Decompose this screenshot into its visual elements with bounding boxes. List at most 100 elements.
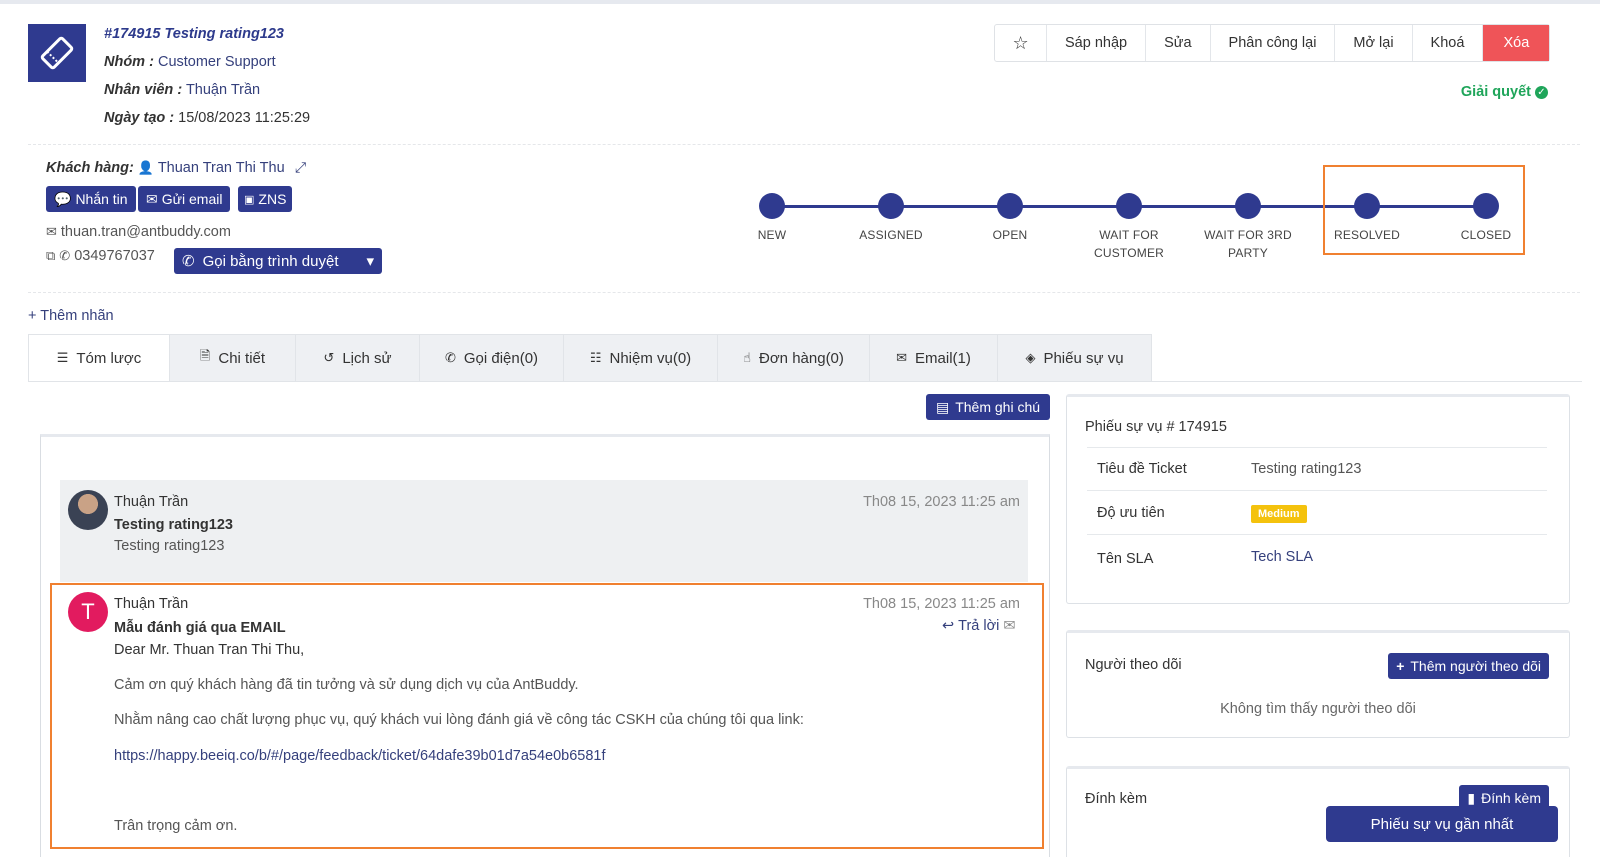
info-key: Tiêu đề Ticket [1097,461,1187,477]
order-icon: ☝ [743,350,752,365]
history-icon: ↺ [323,350,335,365]
step-dot [878,193,904,219]
tab-0[interactable]: ☰ Tóm lược [28,334,170,382]
message-subject: Testing rating123 [114,517,233,533]
ticket-icon: ◈ [1025,350,1036,365]
check-circle-icon: ✓ [1535,85,1548,99]
tab-1[interactable]: 🗎 Chi tiết [170,334,296,382]
info-key: Độ ưu tiên [1097,505,1165,521]
user-icon: 👤 [137,160,155,175]
tab-bar: ☰ Tóm lược 🗎 Chi tiết ↺ Lịch sử ✆ Gọi điện(0) ☷ N… [28,334,1152,382]
tab-label: Phiếu sự vụ [1043,349,1124,367]
ticket-icon [28,24,86,82]
phone-icon: ✆ [444,350,456,365]
phone-icon: ✆ [59,248,71,263]
status-resolved: Giải quyết ✓ [1461,84,1548,100]
created-line: Ngày tạo : 15/08/2023 11:25:29 [104,110,311,126]
followers-panel: Người theo dõi + Thêm người theo dõi Khôn… [1066,630,1570,738]
document-icon: 🗎 [199,348,211,363]
ticket-info-panel: Phiếu sự vụ # 174915 Tiêu đề Ticket Test… [1066,394,1570,604]
delete-button[interactable]: Xóa [1483,25,1550,61]
group-line: Nhóm : Customer Support [104,54,276,70]
info-row: Độ ưu tiên Medium [1087,491,1547,535]
customer-email: ✉ thuan.tran@antbuddy.com [46,224,231,240]
step-dot [759,193,785,219]
email-greeting: Dear Mr. Thuan Tran Thi Thu, [114,642,305,658]
call-browser-button[interactable]: ✆ Gọi bằng trình duyệt ▾ [174,248,382,274]
tab-4[interactable]: ☷ Nhiệm vụ(0) [564,334,718,382]
chevron-down-icon[interactable]: ▾ [366,252,374,270]
tab-label: Tóm lược [76,349,142,367]
tab-5[interactable]: ☝ Đơn hàng(0) [718,334,870,382]
expand-icon[interactable]: ⤢ [295,160,307,176]
tab-label: Lịch sử [342,349,392,367]
tab-underline [28,381,1582,382]
merge-button[interactable]: Sáp nhập [1047,25,1147,61]
plus-icon: + [1396,658,1405,674]
tasks-icon: ☷ [589,350,602,365]
message-date: Th08 15, 2023 11:25 am [863,596,1020,612]
divider [28,144,1580,145]
message-subject: Mẫu đánh giá qua EMAIL [114,620,286,636]
envelope-icon: ✉ [1003,618,1016,634]
message-body: Testing rating123 [114,538,225,554]
chat-icon: 💬 [54,190,72,207]
tab-label: Đơn hàng(0) [759,349,844,367]
recent-tickets-button[interactable]: Phiếu sự vụ gần nhất [1326,806,1558,842]
message-button[interactable]: 💬 Nhắn tin [46,186,136,212]
reply-icon: ↩ [942,618,955,634]
zns-button[interactable]: ▣ ZNS [238,186,293,212]
step-dot [997,193,1023,219]
lock-button[interactable]: Khoá [1413,25,1484,61]
info-row: Tên SLA Tech SLA [1087,535,1547,579]
tab-6[interactable]: ✉ Email(1) [870,334,998,382]
step-dot [1235,193,1261,219]
divider [28,292,1580,293]
feedback-link[interactable]: https://happy.beeiq.co/b/#/page/feedback… [114,748,606,764]
tab-7[interactable]: ◈ Phiếu sự vụ [998,334,1152,382]
reassign-button[interactable]: Phân công lại [1211,25,1336,61]
tab-label: Gọi điện(0) [463,349,539,367]
avatar: T [68,592,108,632]
highlight-resolved-closed [1323,165,1525,255]
phone-handset-icon: ✆ [182,253,195,270]
ticket-title: #174915 Testing rating123 [104,26,284,42]
info-key: Tên SLA [1097,551,1154,567]
note-icon: ▤ [935,398,950,415]
reopen-button[interactable]: Mở lại [1335,25,1413,61]
action-bar: ☆ Sáp nhập Sửa Phân công lại Mở lại Khoá… [994,24,1551,62]
email-closing: Trân trọng cảm ơn. [114,818,238,834]
envelope-outline-icon: ✉ [46,224,57,239]
tab-label: Nhiệm vụ(0) [609,349,692,367]
envelope-icon: ✉ [896,350,908,365]
tab-2[interactable]: ↺ Lịch sử [296,334,420,382]
list-icon: ☰ [56,350,69,365]
send-email-button[interactable]: ✉ Gửi email [138,186,231,212]
add-note-button[interactable]: ▤ Thêm ghi chú [926,394,1050,420]
empty-followers: Không tìm thấy người theo dõi [1220,701,1416,717]
staff-line: Nhân viên : Thuận Trần [104,82,261,98]
edit-button[interactable]: Sửa [1146,25,1211,61]
panel-title: Người theo dõi [1085,657,1182,673]
file-icon: ▮ [1467,789,1476,806]
copy-icon[interactable]: ⧉ [46,248,55,264]
customer-phone: ⧉ ✆ 0349767037 [46,248,155,264]
customer-name[interactable]: Thuan Tran Thi Thu [158,160,285,176]
info-value: Testing rating123 [1251,461,1362,477]
tab-label: Email(1) [915,349,971,367]
star-button[interactable]: ☆ [995,25,1047,61]
add-tag-link[interactable]: + Thêm nhãn [28,308,114,324]
email-line: Nhằm nâng cao chất lượng phục vụ, quý kh… [114,712,804,728]
tab-label: Chi tiết [218,349,266,367]
info-value[interactable]: Tech SLA [1251,549,1313,565]
tab-3[interactable]: ✆ Gọi điện(0) [420,334,564,382]
panel-title: Phiếu sự vụ # 174915 [1085,419,1227,435]
avatar [68,490,108,530]
message-author: Thuận Trần [114,494,189,510]
envelope-icon: ✉ [146,190,158,207]
add-follower-button[interactable]: + Thêm người theo dõi [1388,653,1549,679]
info-row: Tiêu đề Ticket Testing rating123 [1087,447,1547,491]
customer-line: Khách hàng: 👤 Thuan Tran Thi Thu ⤢ [46,160,307,176]
priority-badge: Medium [1251,505,1307,523]
reply-button[interactable]: ↩ Trả lời ✉ [942,618,1016,634]
